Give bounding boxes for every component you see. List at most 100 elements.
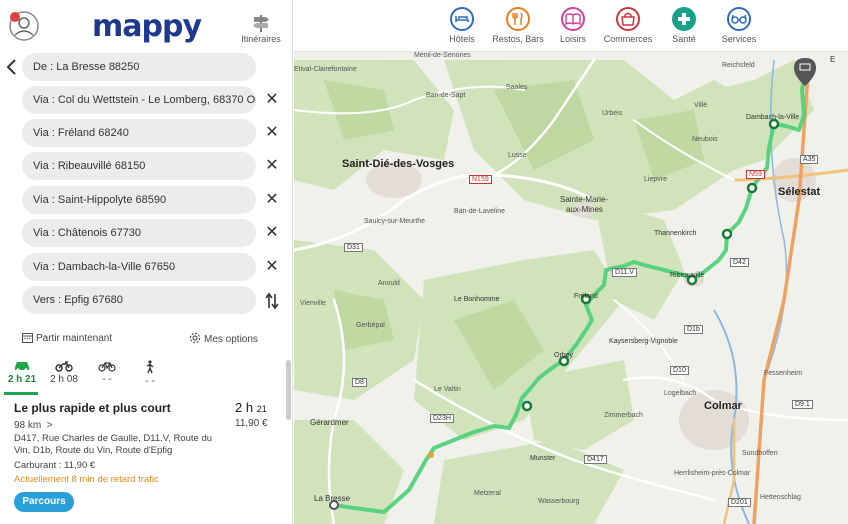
logo-text: mappy — [92, 9, 202, 44]
route-fuel-cost: Carburant : 11,90 € — [14, 460, 96, 471]
map-village-label: Neubois — [692, 136, 718, 143]
category-services[interactable]: Services — [711, 7, 767, 44]
waypoint-via-field[interactable]: Via : Col du Wettstein - Le Lomberg, 683… — [22, 86, 256, 114]
tab-pedestrian[interactable]: - - — [130, 358, 170, 392]
waypoint-via-field[interactable]: Via : Fréland 68240 — [22, 119, 256, 147]
calendar-icon — [22, 333, 33, 343]
map-village-label: Fessenheim — [764, 370, 803, 377]
map-village-label: Ban-de-Laveline — [454, 208, 505, 215]
map-road-label: N59 — [746, 170, 765, 179]
depart-now-button[interactable]: Partir maintenant — [22, 332, 112, 344]
itineraries-button[interactable]: Itinéraires — [238, 14, 284, 44]
waypoint-via-field[interactable]: Via : Dambach-la-Ville 67650 — [22, 253, 256, 281]
map-view[interactable]: Saint-Dié-des-Vosges Sélestat Colmar Sai… — [294, 0, 848, 524]
map-town-label: Le Bonhomme — [454, 296, 500, 303]
waypoint-start-field[interactable]: De : La Bresse 88250 — [22, 53, 256, 81]
itineraries-label: Itinéraires — [241, 34, 281, 44]
waypoint-destination-field[interactable]: Vers : Epfig 67680 — [22, 286, 256, 314]
map-road-label: D23H — [430, 414, 454, 423]
category-label: Commerces — [603, 34, 653, 44]
map-village-label: Ban-de-Sapt — [426, 92, 466, 99]
map-road-label: D201 — [728, 498, 751, 507]
top-bar: mappy Itinéraires — [0, 0, 292, 50]
map-town-label: aux-Mines — [566, 205, 603, 214]
category-label: Santé — [672, 34, 696, 44]
map-village-label: Saales — [506, 84, 528, 91]
map-road-label: D1b — [684, 325, 703, 334]
cross-icon — [672, 7, 696, 31]
route-options-row: Partir maintenant Mes options — [0, 330, 292, 348]
map-village-label: Anould — [378, 280, 400, 287]
map-village-label: Reichsfeld — [722, 62, 755, 69]
tab-car[interactable]: 2 h 21 — [2, 358, 42, 392]
map-road-label: D42 — [730, 258, 749, 267]
map-town-label: Gérardmer — [310, 418, 349, 427]
user-account-icon[interactable] — [8, 10, 40, 42]
my-options-label: Mes options — [204, 334, 258, 345]
map-canvas — [294, 0, 848, 524]
panel-scrollbar[interactable] — [286, 360, 291, 420]
poi-category-bar: Hôtels Restos, Bars Loisirs Commerces Sa… — [294, 0, 848, 52]
remove-waypoint-close-icon[interactable]: ✕ — [264, 225, 280, 241]
category-hotels[interactable]: Hôtels — [434, 7, 490, 44]
category-shops[interactable]: Commerces — [600, 7, 656, 44]
transport-mode-tabs: 2 h 21 2 h 08 - - - - — [0, 358, 292, 394]
glasses-icon — [727, 7, 751, 31]
map-road-label: D9.1 — [792, 400, 813, 409]
map-town-label: Thannenkirch — [654, 230, 697, 237]
remove-waypoint-close-icon[interactable]: ✕ — [264, 192, 280, 208]
mappy-logo[interactable]: mappy — [92, 9, 202, 44]
back-chevron-icon[interactable] — [4, 57, 18, 77]
waypoint-via-field[interactable]: Via : Châtenois 67730 — [22, 219, 256, 247]
map-city-label: Colmar — [704, 400, 742, 412]
remove-waypoint-close-icon[interactable]: ✕ — [264, 158, 280, 174]
remove-waypoint-close-icon[interactable]: ✕ — [264, 125, 280, 141]
category-health[interactable]: Santé — [656, 7, 712, 44]
route-traffic-delay: Actuellement 8 min de retard trafic — [14, 474, 159, 485]
map-town-label: La Bresse — [314, 494, 351, 503]
map-road-label: N159 — [469, 175, 492, 184]
map-village-label: Saulcy-sur-Meurthe — [364, 218, 426, 225]
route-details-button[interactable]: Parcours — [14, 492, 74, 512]
route-title: Le plus rapide et plus court — [14, 401, 171, 415]
category-leisure[interactable]: Loisirs — [545, 7, 601, 44]
car-icon — [15, 362, 29, 372]
map-village-label: Hettenschlag — [760, 494, 801, 501]
map-road-label: D31 — [344, 243, 363, 252]
route-roads: D417, Rue Charles de Gaulle, D11.V, Rout… — [14, 433, 213, 456]
map-village-label: Metzeral — [474, 490, 501, 497]
book-icon — [561, 7, 585, 31]
remove-waypoint-close-icon[interactable]: ✕ — [264, 92, 280, 108]
map-village-label: Liepvre — [644, 176, 667, 183]
map-road-label: D11.V — [612, 268, 637, 277]
map-village-label: Etival-Clairefontaine — [294, 66, 357, 73]
route-result-card[interactable]: Le plus rapide et plus court 2 h 21 11,9… — [0, 396, 286, 524]
map-village-label: Lusse — [508, 152, 527, 159]
my-options-button[interactable]: Mes options — [189, 332, 258, 345]
fork-knife-icon — [506, 7, 530, 31]
tab-bicycle[interactable]: - - — [87, 358, 127, 392]
map-town-label: Kaysersberg-Vignoble — [609, 338, 678, 345]
map-town-label: Dambach-la-Ville — [746, 114, 800, 121]
route-duration-hours: 2 h — [235, 400, 254, 415]
map-road-label: D417 — [584, 455, 607, 464]
waypoint-via-field[interactable]: Via : Ribeauvillé 68150 — [22, 152, 256, 180]
depart-now-label: Partir maintenant — [36, 333, 113, 344]
route-panel: mappy Itinéraires De : La Bresse 88250 V… — [0, 0, 293, 524]
map-village-label: Urbeis — [602, 110, 623, 117]
route-distance: 98 km > — [14, 420, 53, 431]
waypoint-via-field[interactable]: Via : Saint-Hippolyte 68590 — [22, 186, 256, 214]
car-duration: 2 h 21 — [7, 374, 37, 385]
category-label: Hôtels — [449, 34, 475, 44]
bicycle-duration: - - — [102, 374, 112, 385]
remove-waypoint-close-icon[interactable]: ✕ — [264, 259, 280, 275]
map-village-label: Sundhoffen — [742, 450, 778, 457]
tab-motorcycle[interactable]: 2 h 08 — [44, 358, 84, 392]
swap-direction-icon[interactable] — [264, 292, 280, 310]
pedestrian-icon — [146, 360, 154, 374]
category-label: Services — [721, 34, 757, 44]
gear-icon — [189, 332, 201, 344]
category-restaurants[interactable]: Restos, Bars — [490, 7, 546, 44]
map-village-label: Herrlisheim-près-Colmar — [674, 470, 751, 477]
map-road-label: D8 — [352, 378, 367, 387]
